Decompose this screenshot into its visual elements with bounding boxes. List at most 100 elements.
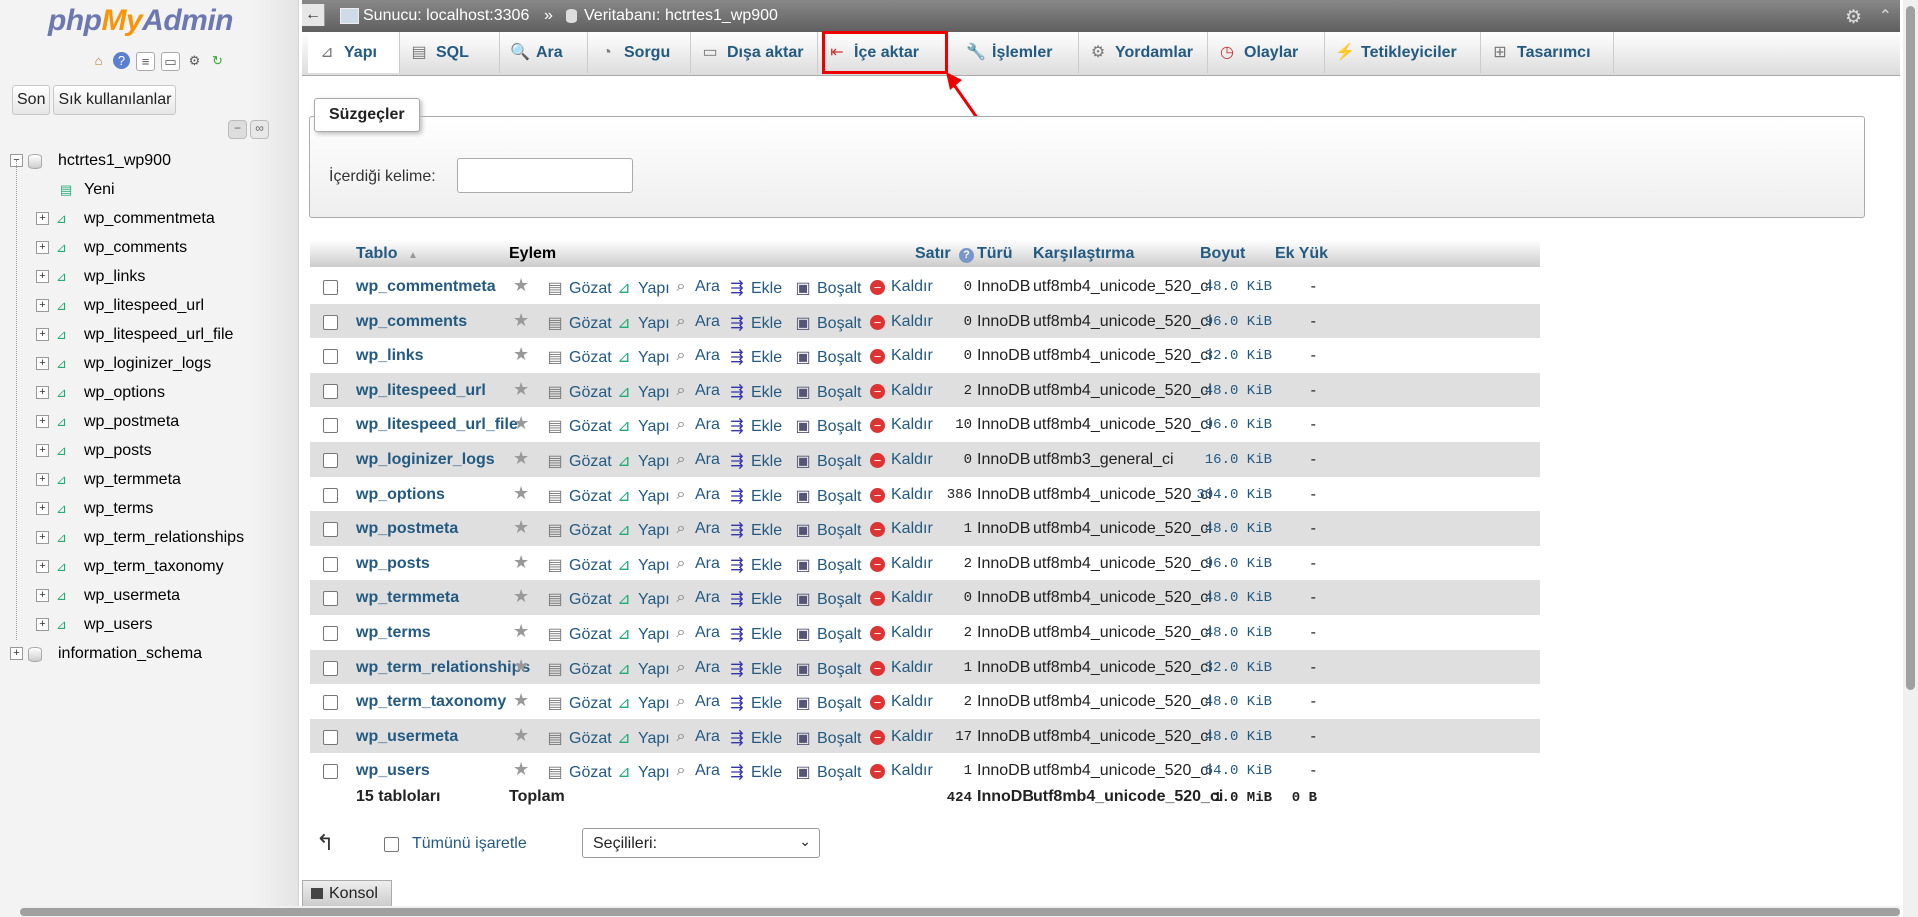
tab-10[interactable]: ⚡ Tetikleyiciler	[1325, 32, 1481, 73]
settings-gear-icon[interactable]: ⚙	[1845, 6, 1862, 29]
structure-button[interactable]: ⊿ Yapı	[615, 762, 669, 782]
star-icon[interactable]: ★	[513, 586, 529, 607]
search-button[interactable]: ⌕ Ara	[672, 486, 720, 504]
row-checkbox[interactable]	[323, 695, 338, 711]
expand-icon[interactable]: +	[36, 241, 49, 254]
search-button[interactable]: ⌕ Ara	[672, 728, 720, 746]
drop-button[interactable]: − Kaldır	[870, 486, 933, 504]
row-checkbox[interactable]	[323, 418, 338, 434]
row-checkbox[interactable]	[323, 453, 338, 468]
check-all-label[interactable]: Tümünü işaretle	[412, 835, 527, 853]
drop-button[interactable]: − Kaldır	[870, 416, 933, 434]
drop-button[interactable]: − Kaldır	[870, 693, 933, 711]
insert-button[interactable]: ⇶ Ekle	[728, 347, 782, 367]
tab-7[interactable]: 🔧 İşlemler	[956, 32, 1079, 73]
star-icon[interactable]: ★	[513, 344, 529, 365]
expand-icon[interactable]: +	[36, 270, 49, 283]
table-name-link[interactable]: wp_term_taxonomy	[356, 693, 506, 711]
col-collation-header[interactable]: Karşılaştırma	[1033, 245, 1134, 263]
search-button[interactable]: ⌕ Ara	[672, 382, 720, 400]
browse-button[interactable]: ▤ Gözat	[546, 486, 611, 506]
empty-button[interactable]: ▣ Boşalt	[794, 589, 861, 609]
row-checkbox[interactable]	[323, 556, 338, 572]
browse-button[interactable]: ▤ Gözat	[546, 520, 611, 540]
empty-button[interactable]: ▣ Boşalt	[794, 486, 861, 506]
search-button[interactable]: ⌕ Ara	[672, 762, 720, 780]
star-icon[interactable]: ★	[513, 310, 529, 331]
check-all-checkbox[interactable]	[384, 837, 399, 852]
insert-button[interactable]: ⇶ Ekle	[728, 659, 782, 679]
expand-icon[interactable]: +	[36, 328, 49, 341]
collapse-icon[interactable]: ⌃	[1879, 6, 1892, 26]
table-name-link[interactable]: wp_litespeed_url_file	[356, 416, 518, 434]
horizontal-scrollbar[interactable]	[20, 906, 1900, 917]
gear-icon[interactable]: ⚙	[186, 52, 203, 69]
search-button[interactable]: ⌕ Ara	[672, 278, 720, 296]
sql-docs-icon[interactable]: ▭	[161, 52, 180, 71]
breadcrumb-server[interactable]: Sunucu: localhost:3306	[363, 7, 529, 25]
table-name-link[interactable]: wp_litespeed_url	[356, 382, 486, 400]
structure-button[interactable]: ⊿ Yapı	[615, 555, 669, 575]
tree-table[interactable]: + ⊿ wp_term_taxonomy	[10, 552, 290, 581]
expand-icon[interactable]: +	[36, 589, 49, 602]
drop-button[interactable]: − Kaldır	[870, 313, 933, 331]
breadcrumb-database[interactable]: Veritabanı: hctrtes1_wp900	[584, 7, 778, 25]
expand-icon[interactable]: +	[36, 357, 49, 370]
search-button[interactable]: ⌕ Ara	[672, 555, 720, 573]
expand-icon[interactable]: +	[36, 560, 49, 573]
structure-button[interactable]: ⊿ Yapı	[615, 728, 669, 748]
structure-button[interactable]: ⊿ Yapı	[615, 659, 669, 679]
row-checkbox[interactable]	[323, 349, 338, 365]
structure-button[interactable]: ⊿ Yapı	[615, 589, 669, 609]
empty-button[interactable]: ▣ Boşalt	[794, 659, 861, 679]
table-size[interactable]: 48.0 KiB	[1180, 279, 1272, 295]
empty-button[interactable]: ▣ Boşalt	[794, 416, 861, 436]
insert-button[interactable]: ⇶ Ekle	[728, 382, 782, 402]
drop-button[interactable]: − Kaldır	[870, 520, 933, 538]
drop-button[interactable]: − Kaldır	[870, 347, 933, 365]
table-size[interactable]: 96.0 KiB	[1180, 556, 1272, 572]
insert-button[interactable]: ⇶ Ekle	[728, 451, 782, 471]
tree-database[interactable]: + information_schema	[10, 639, 290, 668]
star-icon[interactable]: ★	[513, 413, 529, 434]
star-icon[interactable]: ★	[513, 379, 529, 400]
table-size[interactable]: 16.0 KiB	[1180, 452, 1272, 468]
insert-button[interactable]: ⇶ Ekle	[728, 416, 782, 436]
row-checkbox[interactable]	[323, 626, 338, 641]
browse-button[interactable]: ▤ Gözat	[546, 728, 611, 748]
empty-button[interactable]: ▣ Boşalt	[794, 382, 861, 402]
insert-button[interactable]: ⇶ Ekle	[728, 693, 782, 713]
expand-icon[interactable]: +	[36, 386, 49, 399]
table-size[interactable]: 304.0 KiB	[1180, 487, 1272, 503]
col-rows-header[interactable]: Satır ?	[915, 245, 975, 263]
table-name-link[interactable]: wp_termmeta	[356, 589, 459, 607]
table-name-link[interactable]: wp_users	[356, 762, 430, 780]
row-checkbox[interactable]	[323, 280, 338, 295]
expand-icon[interactable]: +	[10, 647, 23, 660]
structure-button[interactable]: ⊿ Yapı	[615, 278, 669, 298]
drop-button[interactable]: − Kaldır	[870, 555, 933, 573]
search-button[interactable]: ⌕ Ara	[672, 693, 720, 711]
star-icon[interactable]: ★	[513, 483, 529, 504]
table-name-link[interactable]: wp_usermeta	[356, 728, 458, 746]
row-checkbox[interactable]	[323, 764, 338, 780]
empty-button[interactable]: ▣ Boşalt	[794, 278, 861, 298]
empty-button[interactable]: ▣ Boşalt	[794, 313, 861, 333]
tree-database[interactable]: − hctrtes1_wp900	[10, 146, 290, 175]
table-size[interactable]: 48.0 KiB	[1180, 729, 1272, 745]
star-icon[interactable]: ★	[513, 759, 529, 780]
tree-table[interactable]: + ⊿ wp_litespeed_url	[10, 291, 290, 320]
tree-table[interactable]: + ⊿ wp_loginizer_logs	[10, 349, 290, 378]
col-type-header[interactable]: Türü	[977, 245, 1013, 263]
row-checkbox[interactable]	[323, 591, 338, 607]
empty-button[interactable]: ▣ Boşalt	[794, 624, 861, 644]
table-size[interactable]: 96.0 KiB	[1180, 314, 1272, 330]
collapse-all-icon[interactable]: −	[228, 120, 247, 139]
insert-button[interactable]: ⇶ Ekle	[728, 278, 782, 298]
drop-button[interactable]: − Kaldır	[870, 451, 933, 469]
reload-icon[interactable]: ↻	[209, 52, 226, 69]
drop-button[interactable]: − Kaldır	[870, 728, 933, 746]
empty-button[interactable]: ▣ Boşalt	[794, 451, 861, 471]
star-icon[interactable]: ★	[513, 517, 529, 538]
drop-button[interactable]: − Kaldır	[870, 659, 933, 677]
